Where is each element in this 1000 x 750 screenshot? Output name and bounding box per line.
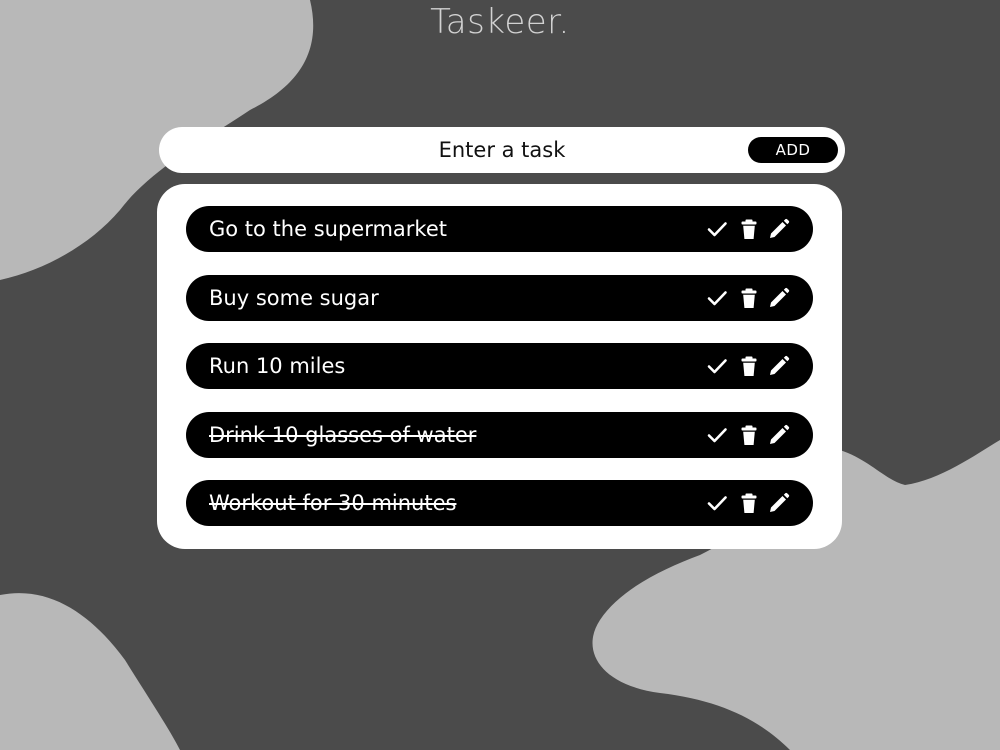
task-item: Run 10 miles [186, 343, 813, 389]
task-item: Go to the supermarket [186, 206, 813, 252]
check-icon[interactable] [705, 423, 729, 447]
check-icon[interactable] [705, 217, 729, 241]
add-task-bar: ADD [159, 127, 845, 173]
check-icon[interactable] [705, 491, 729, 515]
check-icon[interactable] [705, 354, 729, 378]
check-icon[interactable] [705, 286, 729, 310]
task-item: Drink 10 glasses of water [186, 412, 813, 458]
trash-icon[interactable] [737, 354, 761, 378]
task-text-completed: Workout for 30 minutes [209, 491, 457, 515]
task-item: Workout for 30 minutes [186, 480, 813, 526]
pencil-icon[interactable] [767, 354, 791, 378]
app-title: Taskeer. [430, 2, 570, 42]
pencil-icon[interactable] [767, 491, 791, 515]
task-item: Buy some sugar [186, 275, 813, 321]
trash-icon[interactable] [737, 423, 761, 447]
task-text: Run 10 miles [209, 354, 346, 378]
trash-icon[interactable] [737, 491, 761, 515]
task-list: Go to the supermarket Buy some sugar Run… [157, 184, 842, 549]
pencil-icon[interactable] [767, 286, 791, 310]
background-blob-bottom-left [0, 593, 180, 750]
task-text-completed: Drink 10 glasses of water [209, 423, 477, 447]
pencil-icon[interactable] [767, 217, 791, 241]
trash-icon[interactable] [737, 286, 761, 310]
add-button[interactable]: ADD [748, 137, 838, 163]
task-text: Buy some sugar [209, 286, 379, 310]
task-text: Go to the supermarket [209, 217, 447, 241]
task-input[interactable] [179, 131, 825, 169]
trash-icon[interactable] [737, 217, 761, 241]
pencil-icon[interactable] [767, 423, 791, 447]
